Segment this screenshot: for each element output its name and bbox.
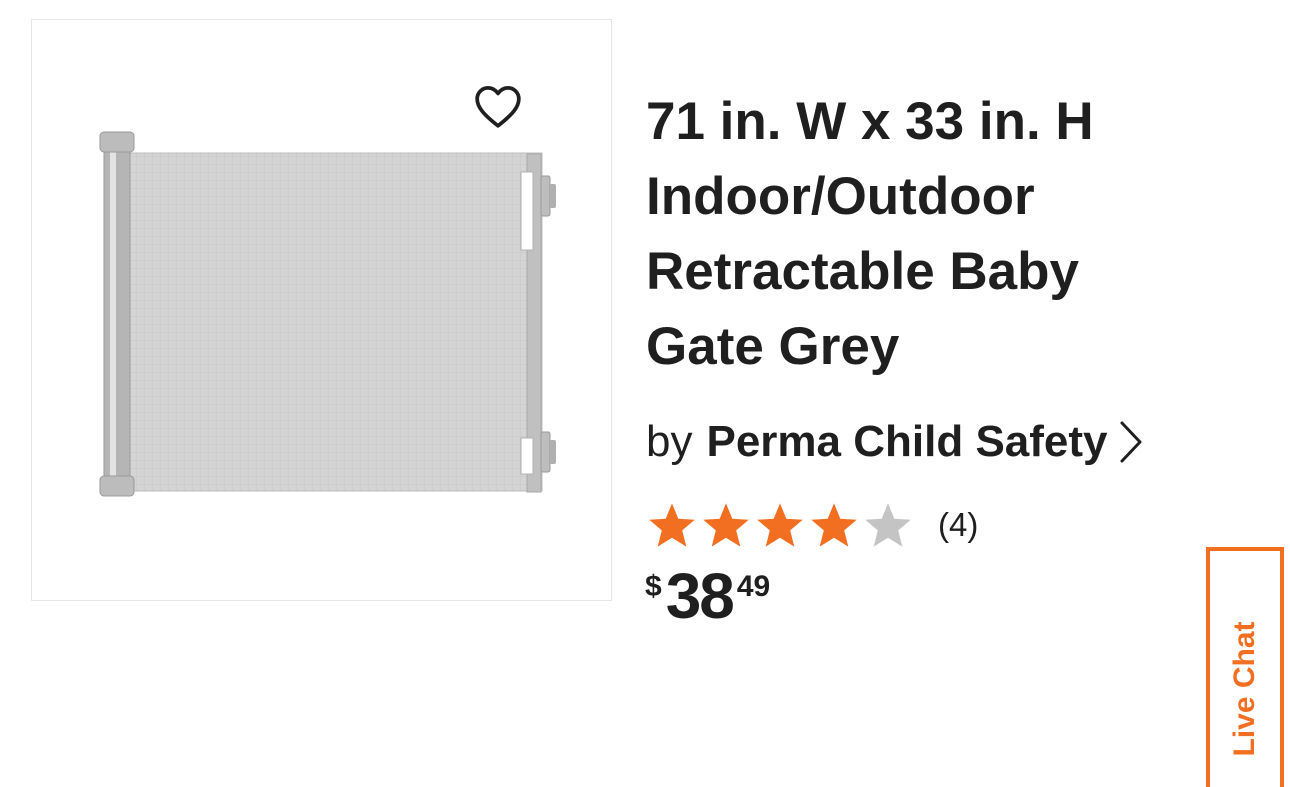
star-empty-icon xyxy=(865,503,911,547)
review-count[interactable]: (4) xyxy=(938,506,978,544)
heart-outline-icon xyxy=(475,86,521,128)
star-filled-icon xyxy=(703,503,749,547)
by-label: by xyxy=(646,417,693,466)
price-dollars: 38 xyxy=(665,560,735,632)
price: $ 38 49 xyxy=(645,560,770,632)
price-cents: 49 xyxy=(736,570,771,603)
star-rating xyxy=(646,500,914,550)
live-chat-button[interactable]: Live Chat xyxy=(1206,547,1284,787)
star-filled-icon xyxy=(811,503,857,547)
product-title: 71 in. W x 33 in. H Indoor/Outdoor Retra… xyxy=(646,92,1094,376)
chevron-right-icon xyxy=(1118,420,1144,464)
product-image xyxy=(99,131,556,497)
brand-name[interactable]: Perma Child Safety xyxy=(706,417,1107,467)
live-chat-label: Live Chat xyxy=(1228,621,1261,757)
star-filled-icon xyxy=(757,503,803,547)
price-currency: $ xyxy=(645,570,662,603)
product-image-card[interactable] xyxy=(31,19,612,601)
star-filled-icon xyxy=(649,503,695,547)
rating[interactable]: (4) xyxy=(646,500,978,550)
brand-link[interactable]: by Perma Child Safety xyxy=(646,414,1144,470)
favorite-button[interactable] xyxy=(472,80,524,132)
